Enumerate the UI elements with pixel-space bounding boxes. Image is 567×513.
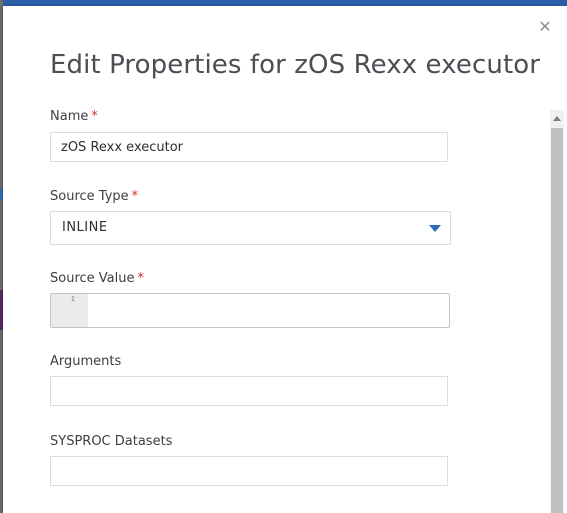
dialog-scrollbar[interactable]	[550, 110, 564, 513]
name-input[interactable]	[50, 132, 448, 162]
source-type-label: Source Type *	[50, 189, 138, 204]
close-icon[interactable]: ✕	[536, 18, 554, 36]
edit-properties-dialog: ✕ Edit Properties for zOS Rexx executor …	[3, 6, 567, 513]
source-type-select[interactable]: INLINE	[50, 211, 451, 245]
source-value-editor[interactable]: 1	[50, 293, 450, 328]
scroll-up-icon[interactable]	[553, 116, 561, 121]
sysproc-datasets-input[interactable]	[50, 456, 448, 486]
arguments-input[interactable]	[50, 376, 448, 406]
required-marker: *	[137, 271, 144, 286]
required-marker: *	[91, 109, 98, 124]
source-type-value: INLINE	[62, 220, 108, 235]
arguments-label: Arguments	[50, 354, 121, 369]
sysproc-label-text: SYSPROC Datasets	[50, 434, 173, 449]
editor-gutter: 1	[51, 294, 88, 327]
name-label: Name *	[50, 109, 98, 124]
source-value-label-text: Source Value	[50, 271, 135, 286]
line-number: 1	[70, 295, 75, 303]
name-label-text: Name	[50, 109, 89, 124]
sysproc-label: SYSPROC Datasets	[50, 434, 172, 449]
dialog-title: Edit Properties for zOS Rexx executor	[50, 50, 541, 80]
arguments-label-text: Arguments	[50, 354, 122, 369]
scrollbar-thumb[interactable]	[551, 128, 563, 513]
chevron-down-icon	[429, 225, 441, 232]
source-type-label-text: Source Type	[50, 189, 129, 204]
source-value-label: Source Value *	[50, 271, 144, 286]
required-marker: *	[131, 189, 139, 204]
